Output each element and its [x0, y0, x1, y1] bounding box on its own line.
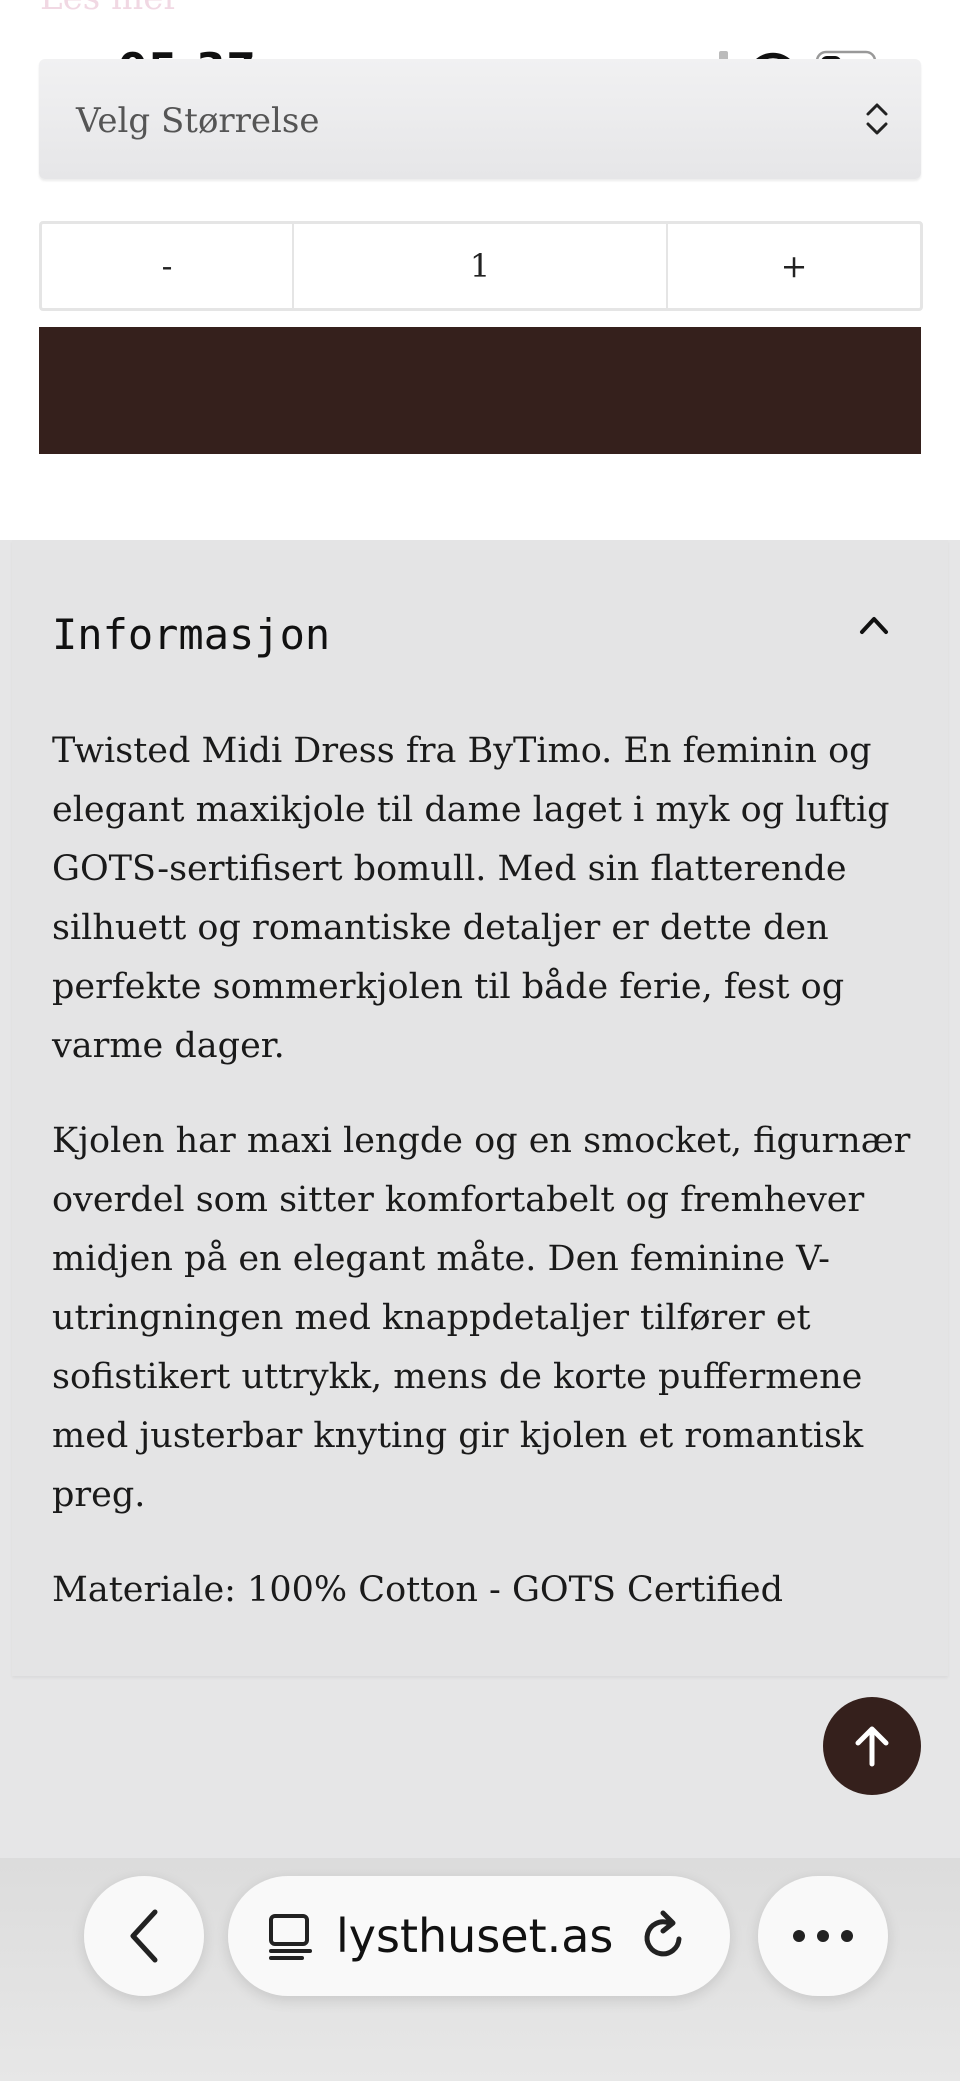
chevron-left-icon [130, 1909, 158, 1963]
description-paragraph: Kjolen har maxi lengde og en smocket, fi… [52, 1121, 911, 1515]
increase-quantity-button[interactable]: + [668, 224, 920, 308]
size-select[interactable]: Velg Størrelse [39, 59, 921, 179]
reload-icon[interactable] [639, 1909, 689, 1963]
description-paragraph: Twisted Midi Dress fra ByTimo. En femini… [52, 731, 890, 1066]
decrease-quantity-button[interactable]: - [42, 224, 294, 308]
info-description: Twisted Midi Dress fra ByTimo. En femini… [52, 722, 917, 1656]
ellipsis-icon [793, 1930, 853, 1942]
chevron-up-down-icon [866, 103, 888, 135]
material-text: Materiale: 100% Cotton - GOTS Certified [52, 1570, 784, 1610]
info-accordion-title[interactable]: Informasjon [52, 610, 330, 659]
url-text[interactable]: lysthuset.as [336, 1909, 613, 1963]
add-to-cart-button[interactable] [39, 327, 921, 454]
reader-icon[interactable] [266, 1911, 316, 1961]
browser-back-button[interactable] [84, 1876, 204, 1996]
arrow-up-icon [855, 1726, 889, 1767]
scroll-to-top-button[interactable] [823, 1697, 921, 1795]
size-select-label: Velg Størrelse [76, 101, 320, 141]
read-more-link[interactable]: Les mer [40, 0, 180, 18]
chevron-up-icon[interactable] [858, 614, 890, 636]
quantity-stepper: - 1 + [39, 221, 923, 311]
address-bar[interactable]: lysthuset.as [228, 1876, 730, 1996]
quantity-value[interactable]: 1 [294, 224, 668, 308]
more-options-button[interactable] [758, 1876, 888, 1996]
